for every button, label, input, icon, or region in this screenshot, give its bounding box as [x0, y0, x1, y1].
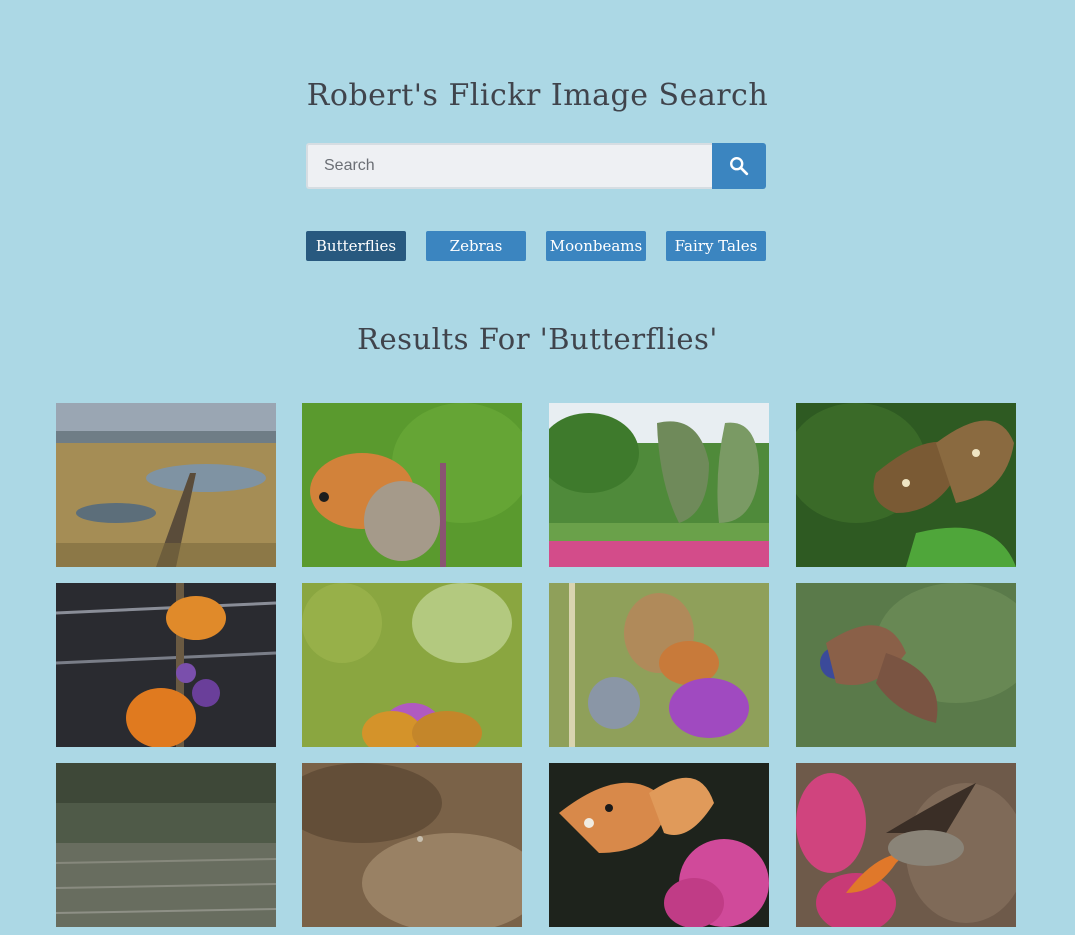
photo-tile[interactable] [549, 403, 769, 567]
photo-tile[interactable] [796, 583, 1016, 747]
photo-tile[interactable] [56, 403, 276, 567]
photo-tile[interactable] [549, 763, 769, 927]
search-button[interactable] [712, 143, 766, 189]
photo-tile[interactable] [796, 763, 1016, 927]
search-icon [712, 155, 766, 177]
photo-butterfly-topiary [549, 403, 769, 567]
photo-speckled-wood-butterfly [796, 403, 1016, 567]
photo-tile[interactable] [302, 583, 522, 747]
photo-water-surface [56, 763, 276, 927]
photo-dirt-ground [302, 763, 522, 927]
photo-tile[interactable] [56, 583, 276, 747]
photo-tile[interactable] [302, 763, 522, 927]
page-title: Robert's Flickr Image Search [306, 78, 769, 113]
search-input[interactable] [306, 143, 712, 189]
photo-tile[interactable] [796, 403, 1016, 567]
nav-button-moonbeams[interactable]: Moonbeams [546, 231, 646, 261]
results-heading: Results For 'Butterflies' [357, 322, 718, 356]
photo-skipper-butterfly [796, 583, 1016, 747]
photo-tile[interactable] [549, 583, 769, 747]
nav-button-zebras[interactable]: Zebras [426, 231, 526, 261]
photo-painted-lady-butterfly [549, 763, 769, 927]
page: Robert's Flickr Image Search Butterflies… [0, 0, 1075, 935]
photo-tile[interactable] [302, 403, 522, 567]
nav-button-fairy-tales[interactable]: Fairy Tales [666, 231, 766, 261]
photo-heath-butterfly [302, 403, 522, 567]
photo-fritillary-butterflies [56, 583, 276, 747]
photo-landscape-boardwalk [56, 403, 276, 567]
nav-button-butterflies[interactable]: Butterflies [306, 231, 406, 261]
photo-hummingbird-hawk-moth [796, 763, 1016, 927]
photo-tile[interactable] [56, 763, 276, 927]
photo-butterfly-on-thistle [302, 583, 522, 747]
photo-meadow-browns-on-knapweed [549, 583, 769, 747]
search-form [306, 143, 766, 189]
topic-nav: Butterflies Zebras Moonbeams Fairy Tales [306, 231, 766, 261]
